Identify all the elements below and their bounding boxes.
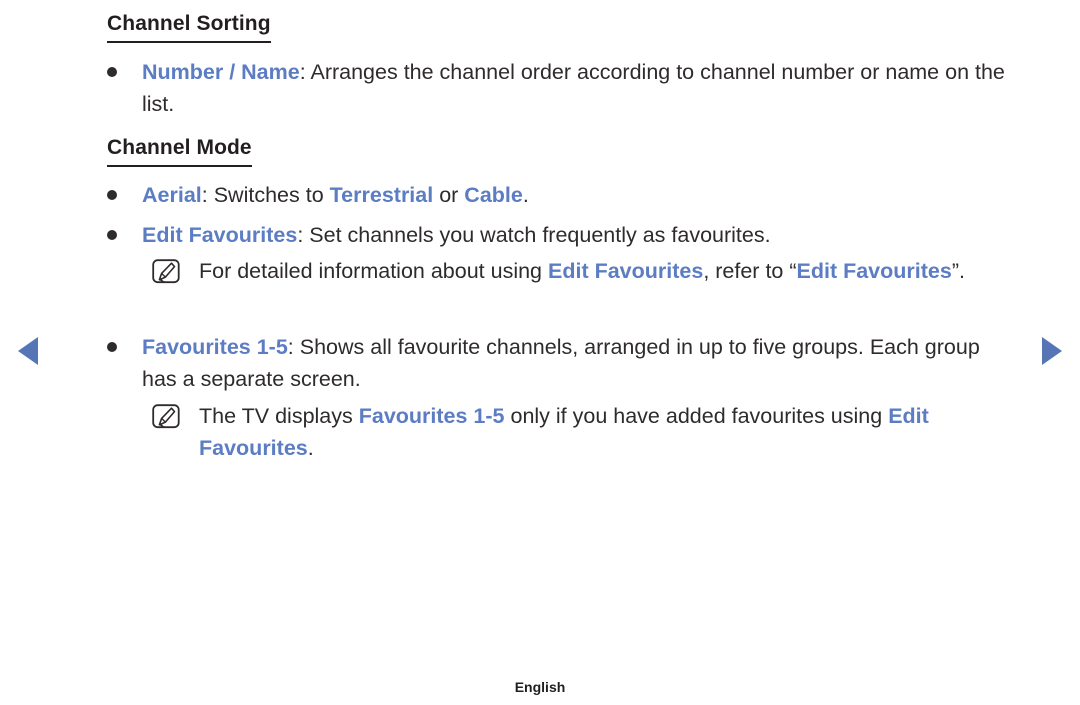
note-part2: only if you have added favourites using xyxy=(504,404,889,428)
keyword-aerial: Aerial xyxy=(142,183,202,207)
bullet-dot-icon xyxy=(107,67,117,77)
note-part1: The TV displays xyxy=(199,404,359,428)
keyword-edit-favourites-quoted: Edit Favourites xyxy=(796,259,952,283)
bullet-dot-icon xyxy=(107,190,117,200)
note-pen-icon xyxy=(152,404,182,430)
keyword-favourites-1-5: Favourites 1-5 xyxy=(142,335,288,359)
footer-language-label: English xyxy=(514,679,566,695)
section-heading-channel-mode: Channel Mode xyxy=(107,136,252,168)
manual-page: Channel Sorting Number / Name: Arranges … xyxy=(0,0,1080,705)
bullet-body-part2: or xyxy=(433,183,465,207)
keyword-favourites-1-5: Favourites 1-5 xyxy=(358,404,505,428)
bullet-item-number-name: Number / Name: Arranges the channel orde… xyxy=(107,56,1007,120)
note-part3: ”. xyxy=(951,259,965,283)
separator: : xyxy=(201,183,214,207)
bullet-text: Favourites 1-5: Shows all favourite chan… xyxy=(142,331,1007,395)
note-part3: . xyxy=(307,436,314,460)
keyword-edit-favourites: Edit Favourites xyxy=(548,259,704,283)
keyword-terrestrial: Terrestrial xyxy=(329,183,434,207)
next-page-arrow-icon[interactable] xyxy=(1042,337,1062,365)
bullet-dot-icon xyxy=(107,342,117,352)
bullet-text: Edit Favourites: Set channels you watch … xyxy=(142,219,1007,251)
keyword-number-name: Number / Name xyxy=(142,60,300,84)
bullet-item-favourites-1-5: Favourites 1-5: Shows all favourite chan… xyxy=(107,331,1007,395)
separator: : xyxy=(297,223,310,247)
bullet-item-edit-favourites: Edit Favourites: Set channels you watch … xyxy=(107,219,1007,251)
note-edit-favourites-reference: For detailed information about using Edi… xyxy=(152,255,1012,287)
bullet-body-part1: Switches to xyxy=(213,183,330,207)
bullet-item-aerial: Aerial: Switches to Terrestrial or Cable… xyxy=(107,179,1007,211)
keyword-edit-favourites: Edit Favourites xyxy=(142,223,298,247)
bullet-text: Aerial: Switches to Terrestrial or Cable… xyxy=(142,179,1007,211)
bullet-body: Set channels you watch frequently as fav… xyxy=(309,223,771,247)
bullet-body-part3: . xyxy=(522,183,529,207)
note-text: The TV displays Favourites 1-5 only if y… xyxy=(199,400,1012,464)
keyword-cable: Cable xyxy=(464,183,523,207)
note-part2: , refer to “ xyxy=(703,259,797,283)
section-heading-channel-sorting: Channel Sorting xyxy=(107,12,271,44)
note-favourites-availability: The TV displays Favourites 1-5 only if y… xyxy=(152,400,1012,464)
separator: : xyxy=(299,60,311,84)
bullet-dot-icon xyxy=(107,230,117,240)
note-pen-icon xyxy=(152,259,182,285)
note-text: For detailed information about using Edi… xyxy=(199,255,1012,287)
note-part1: For detailed information about using xyxy=(199,259,548,283)
separator: : xyxy=(287,335,300,359)
previous-page-arrow-icon[interactable] xyxy=(18,337,38,365)
bullet-text: Number / Name: Arranges the channel orde… xyxy=(142,56,1007,120)
